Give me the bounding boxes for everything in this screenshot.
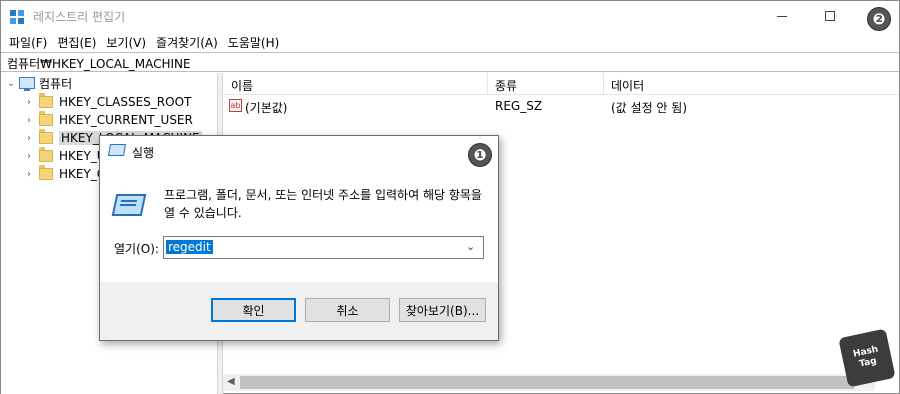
title-bar[interactable]: 레지스트리 편집기 <box>1 1 899 31</box>
dialog-title: 실행 <box>132 146 155 160</box>
run-large-icon <box>111 194 147 216</box>
value-data: (값 설정 안 됨) <box>611 101 688 115</box>
scroll-thumb[interactable] <box>240 376 854 389</box>
regedit-app-icon <box>10 10 24 24</box>
folder-icon <box>39 93 53 108</box>
column-header-data[interactable]: 데이터 <box>611 77 644 94</box>
tree-item-computer[interactable]: ⌄ 컴퓨터 <box>5 74 72 92</box>
dialog-description: 프로그램, 폴더, 문서, 또는 인터넷 주소를 입력하여 해당 항목을 열 수… <box>164 188 482 220</box>
open-input[interactable]: regedit <box>166 240 213 254</box>
tree-item-hkcu[interactable]: › HKEY_CURRENT_USER <box>23 111 193 129</box>
scroll-left-icon[interactable]: ◀ <box>227 376 235 387</box>
dialog-title-bar[interactable]: 실행 <box>100 136 498 166</box>
address-bar[interactable]: 컴퓨터₩HKEY_LOCAL_MACHINE <box>1 52 899 72</box>
open-label: 열기(O): <box>114 242 159 256</box>
regedit-window: 레지스트리 편집기 ❷ 파일(F) 편집(E) 보기(V) 즐겨찾기(A) 도움… <box>0 0 900 394</box>
folder-icon <box>39 147 53 162</box>
tree-label: HKEY_CURRENT_USER <box>59 113 193 127</box>
minimize-icon <box>777 15 787 17</box>
folder-icon <box>39 165 53 180</box>
ok-button[interactable]: 확인 <box>211 298 296 322</box>
menu-help[interactable]: 도움말(H) <box>225 31 287 51</box>
tree-label: HKEY_CLASSES_ROOT <box>59 95 192 109</box>
run-icon <box>107 144 127 156</box>
tree-item-hkcr[interactable]: › HKEY_CLASSES_ROOT <box>23 93 191 111</box>
step-badge-2: ❷ <box>867 7 891 31</box>
chevron-right-icon[interactable]: › <box>23 115 35 126</box>
menu-favorites[interactable]: 즐겨찾기(A) <box>153 31 225 51</box>
step-badge-1: ❶ <box>468 143 492 167</box>
table-row[interactable]: ab (기본값) REG_SZ (값 설정 안 됨) <box>223 97 899 115</box>
tree-item-hku[interactable]: › HKEY_U <box>23 147 106 165</box>
dialog-footer: 확인 취소 찾아보기(B)... <box>100 282 498 340</box>
chevron-right-icon[interactable]: › <box>23 151 35 162</box>
tree-label: 컴퓨터 <box>39 76 73 91</box>
folder-icon <box>39 129 53 144</box>
value-name: (기본값) <box>245 101 288 115</box>
column-divider[interactable] <box>487 73 488 95</box>
chevron-right-icon[interactable]: › <box>23 97 35 108</box>
chevron-down-icon[interactable]: ⌄ <box>5 78 17 89</box>
column-header-name[interactable]: 이름 <box>231 77 253 94</box>
menu-bar: 파일(F) 편집(E) 보기(V) 즐겨찾기(A) 도움말(H) <box>1 31 899 51</box>
menu-file[interactable]: 파일(F) <box>6 31 54 51</box>
menu-view[interactable]: 보기(V) <box>103 31 153 51</box>
run-dialog: 실행 프로그램, 폴더, 문서, 또는 인터넷 주소를 입력하여 해당 항목을 … <box>99 135 499 341</box>
folder-icon <box>39 111 53 126</box>
chevron-right-icon[interactable]: › <box>23 169 35 180</box>
string-value-icon: ab <box>229 99 242 112</box>
watermark-line: Tag <box>858 356 878 370</box>
browse-button[interactable]: 찾아보기(B)... <box>399 298 486 322</box>
chevron-down-icon[interactable]: ⌄ <box>466 240 475 253</box>
window-title: 레지스트리 편집기 <box>33 10 126 24</box>
list-header: 이름 종류 데이터 <box>223 73 899 95</box>
open-combobox[interactable]: regedit ⌄ <box>163 236 484 259</box>
column-header-type[interactable]: 종류 <box>495 77 517 94</box>
minimize-button[interactable] <box>759 1 805 31</box>
maximize-button[interactable] <box>807 1 853 31</box>
cancel-button[interactable]: 취소 <box>305 298 390 322</box>
column-divider[interactable] <box>603 73 604 95</box>
hashtag-watermark-logo: Hash Tag <box>838 328 896 388</box>
computer-icon <box>19 77 35 91</box>
value-type: REG_SZ <box>495 99 543 113</box>
tree-item-hkcc[interactable]: › HKEY_C <box>23 165 105 183</box>
maximize-icon <box>825 11 835 21</box>
menu-edit[interactable]: 편집(E) <box>54 31 103 51</box>
chevron-right-icon[interactable]: › <box>23 133 35 144</box>
horizontal-scrollbar[interactable]: ◀ ▶ <box>223 374 875 391</box>
